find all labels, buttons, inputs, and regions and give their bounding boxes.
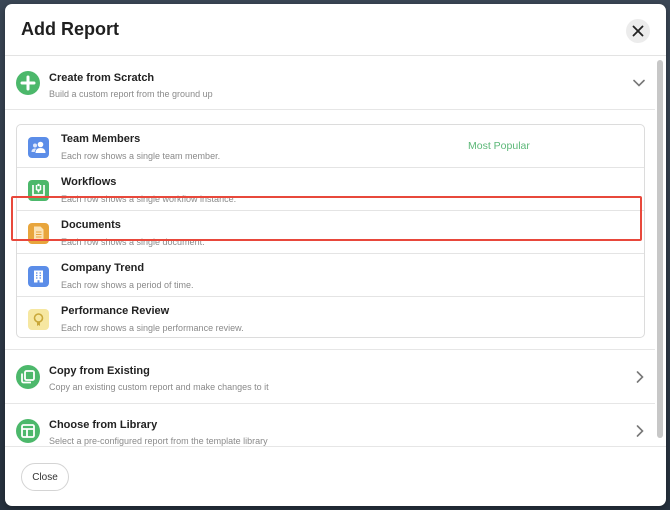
dialog-header: Add Report [5, 4, 666, 56]
close-button[interactable]: Close [21, 463, 69, 491]
report-subtitle: Each row shows a period of time. [61, 280, 194, 290]
plus-circle-icon [16, 71, 40, 95]
add-report-dialog: Add Report Create from Scratch Build a c… [5, 4, 666, 506]
report-row-documents[interactable]: Documents Each row shows a single docume… [17, 211, 644, 254]
create-from-scratch-section[interactable]: Create from Scratch Build a custom repor… [5, 56, 655, 110]
report-subtitle: Each row shows a single workflow instanc… [61, 194, 237, 204]
report-subtitle: Each row shows a single document. [61, 237, 205, 247]
award-icon [28, 309, 49, 330]
report-title: Company Trend [61, 262, 145, 274]
report-subtitle: Each row shows a single team member. [61, 151, 221, 161]
section-subtitle: Select a pre-configured report from the … [49, 436, 268, 446]
section-title: Choose from Library [49, 419, 158, 431]
people-icon [28, 137, 49, 158]
layout-icon [16, 419, 40, 443]
building-icon [28, 266, 49, 287]
dialog-footer: Close [5, 446, 666, 506]
report-row-company-trend[interactable]: Company Trend Each row shows a period of… [17, 254, 644, 297]
report-row-workflows[interactable]: Workflows Each row shows a single workfl… [17, 168, 644, 211]
workflow-icon [28, 180, 49, 201]
dialog-title: Add Report [21, 19, 119, 39]
report-title: Performance Review [61, 305, 170, 317]
report-type-list: Team Members Each row shows a single tea… [16, 124, 645, 338]
report-row-performance-review[interactable]: Performance Review Each row shows a sing… [17, 297, 644, 340]
document-icon [28, 223, 49, 244]
scrollbar[interactable] [657, 60, 663, 438]
chevron-down-icon [633, 79, 645, 87]
section-title: Copy from Existing [49, 365, 150, 377]
copy-icon [16, 365, 40, 389]
chevron-right-icon [636, 425, 644, 437]
copy-from-existing-section[interactable]: Copy from Existing Copy an existing cust… [5, 350, 655, 404]
report-title: Documents [61, 219, 121, 231]
chevron-right-icon [636, 371, 644, 383]
choose-from-library-section[interactable]: Choose from Library Select a pre-configu… [5, 404, 655, 446]
section-subtitle: Copy an existing custom report and make … [49, 382, 269, 392]
report-subtitle: Each row shows a single performance revi… [61, 323, 244, 333]
report-row-team-members[interactable]: Team Members Each row shows a single tea… [17, 125, 644, 168]
report-title: Workflows [61, 176, 117, 188]
close-icon [632, 25, 644, 37]
report-title: Team Members [61, 133, 141, 145]
dialog-body: Create from Scratch Build a custom repor… [5, 56, 666, 446]
report-types-container: Team Members Each row shows a single tea… [5, 110, 655, 350]
most-popular-badge: Most Popular [468, 140, 530, 152]
section-title: Create from Scratch [49, 72, 155, 84]
close-dialog-button[interactable] [626, 19, 650, 43]
section-subtitle: Build a custom report from the ground up [49, 89, 213, 99]
